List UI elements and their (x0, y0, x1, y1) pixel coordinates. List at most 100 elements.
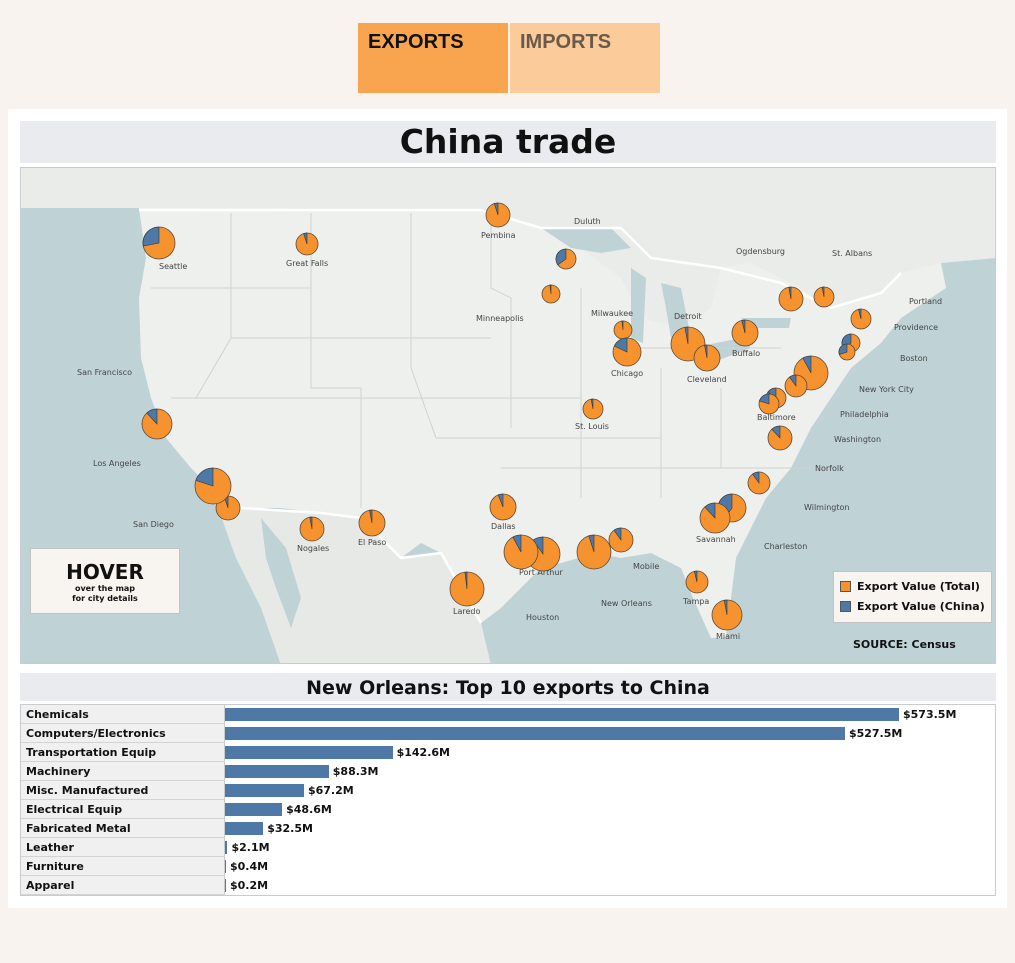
bar-row[interactable]: Transportation Equip $142.6M (21, 743, 995, 762)
city-pie-buffalo[interactable] (731, 319, 759, 347)
city-pie-ogdensburg[interactable] (778, 286, 804, 312)
city-label-norfolk: Norfolk (815, 464, 844, 473)
city-label-dallas: Dallas (491, 522, 516, 531)
bar-row[interactable]: Apparel $0.2M (21, 876, 995, 895)
bar-fill[interactable] (225, 765, 329, 778)
source-note: SOURCE: Census (853, 638, 956, 651)
bar-row[interactable]: Leather $2.1M (21, 838, 995, 857)
city-label-tampa: Tampa (682, 597, 709, 606)
city-label-laredo: Laredo (453, 607, 480, 616)
city-pie-los-angeles[interactable] (194, 467, 232, 505)
bar-fill[interactable] (225, 860, 226, 873)
city-pie-chicago[interactable] (612, 337, 642, 367)
city-label-pembina: Pembina (481, 231, 516, 240)
hover-title: HOVER (66, 560, 144, 584)
bar-value-label: $0.2M (230, 879, 269, 892)
bar-value-label: $142.6M (396, 746, 450, 759)
city-pie-boston[interactable] (838, 343, 856, 361)
bar-row[interactable]: Fabricated Metal $32.5M (21, 819, 995, 838)
bar-value-label: $88.3M (332, 765, 379, 778)
city-label-miami: Miami (716, 632, 740, 641)
city-label-buffalo: Buffalo (732, 349, 760, 358)
legend-china-label: Export Value (China) (857, 599, 985, 613)
city-label-houston: Houston (526, 613, 559, 622)
city-pie-tampa[interactable] (685, 570, 709, 594)
tab-imports[interactable]: IMPORTS (510, 23, 660, 93)
hover-line-2: for city details (72, 594, 138, 603)
bar-chart-title: New Orleans: Top 10 exports to China (20, 673, 996, 701)
city-label-st-albans: St. Albans (832, 249, 872, 258)
bar-value-label: $527.5M (848, 727, 903, 740)
bar-fill[interactable] (225, 822, 264, 835)
legend-china-swatch (840, 600, 851, 612)
city-pie-great-falls[interactable] (295, 232, 319, 256)
city-pie-port-arthur-2[interactable] (503, 534, 539, 570)
city-label-los-angeles: Los Angeles (93, 459, 141, 468)
city-label-philadelphia: Philadelphia (840, 410, 889, 419)
bar-fill[interactable] (225, 803, 283, 816)
tab-exports[interactable]: EXPORTS (358, 23, 508, 93)
bar-row[interactable]: Misc. Manufactured $67.2M (21, 781, 995, 800)
city-pie-baltimore-2[interactable] (758, 393, 780, 415)
city-pie-new-orleans[interactable] (576, 534, 612, 570)
city-pie-norfolk[interactable] (747, 471, 771, 495)
bar-row[interactable]: Electrical Equip $48.6M (21, 800, 995, 819)
city-label-portland: Portland (909, 297, 942, 306)
city-pie-st-louis[interactable] (582, 398, 604, 420)
bar-value-label: $67.2M (307, 784, 354, 797)
city-pie-nogales[interactable] (299, 516, 325, 542)
legend-total: Export Value (Total) (840, 576, 991, 596)
city-pie-laredo[interactable] (449, 571, 485, 607)
bar-value-label: $2.1M (231, 841, 270, 854)
bar-row[interactable]: Chemicals $573.5M (21, 705, 995, 724)
bar-fill[interactable] (225, 727, 845, 740)
bar-fill[interactable] (225, 879, 226, 892)
bar-fill[interactable] (225, 708, 899, 721)
bar-value-label: $573.5M (903, 708, 957, 721)
page-title: China trade (20, 121, 996, 163)
bar-row[interactable]: Computers/Electronics $527.5M (21, 724, 995, 743)
bar-value-label: $48.6M (286, 803, 332, 816)
city-label-minneapolis: Minneapolis (476, 314, 524, 323)
city-pie-cleveland[interactable] (693, 344, 721, 372)
city-pie-milwaukee[interactable] (613, 320, 633, 340)
bar-label: Chemicals (21, 705, 225, 724)
city-label-san-francisco: San Francisco (77, 368, 132, 377)
city-label-milwaukee: Milwaukee (591, 309, 633, 318)
bar-fill[interactable] (225, 841, 228, 854)
hover-line-1: over the map (74, 584, 136, 593)
bar-chart[interactable]: Chemicals $573.5M Computers/Electronics $52… (20, 704, 996, 896)
city-label-seattle: Seattle (159, 262, 187, 271)
city-pie-el-paso[interactable] (358, 509, 386, 537)
city-pie-miami[interactable] (711, 599, 743, 631)
city-pie-seattle[interactable] (142, 226, 176, 260)
city-label-cleveland: Cleveland (687, 375, 727, 384)
city-label-washington: Washington (834, 435, 881, 444)
bar-fill[interactable] (225, 784, 304, 797)
city-pie-washington[interactable] (767, 425, 793, 451)
city-pie-sf-area[interactable] (141, 408, 173, 440)
bar-label: Electrical Equip (21, 800, 225, 819)
city-label-duluth: Duluth (574, 217, 601, 226)
bar-label: Leather (21, 838, 225, 857)
bar-row[interactable]: Machinery $88.3M (21, 762, 995, 781)
city-pie-mobile[interactable] (608, 527, 634, 553)
bar-fill[interactable] (225, 746, 393, 759)
city-pie-duluth-area[interactable] (555, 248, 577, 270)
city-label-mobile: Mobile (633, 562, 659, 571)
city-pie-pembina[interactable] (485, 202, 511, 228)
city-pie-minneapolis-area[interactable] (541, 284, 561, 304)
city-label-san-diego: San Diego (133, 520, 174, 529)
city-label-new-orleans: New Orleans (601, 599, 652, 608)
city-label-nogales: Nogales (297, 544, 329, 553)
city-pie-st-albans[interactable] (813, 286, 835, 308)
city-pie-portland[interactable] (850, 308, 872, 330)
city-pie-savannah[interactable] (699, 502, 731, 534)
bar-label: Apparel (21, 876, 225, 895)
bar-row[interactable]: Furniture $0.4M (21, 857, 995, 876)
bar-label: Misc. Manufactured (21, 781, 225, 800)
bar-label: Transportation Equip (21, 743, 225, 762)
city-pie-philadelphia[interactable] (784, 374, 808, 398)
bar-label: Computers/Electronics (21, 724, 225, 743)
city-pie-dallas[interactable] (489, 493, 517, 521)
